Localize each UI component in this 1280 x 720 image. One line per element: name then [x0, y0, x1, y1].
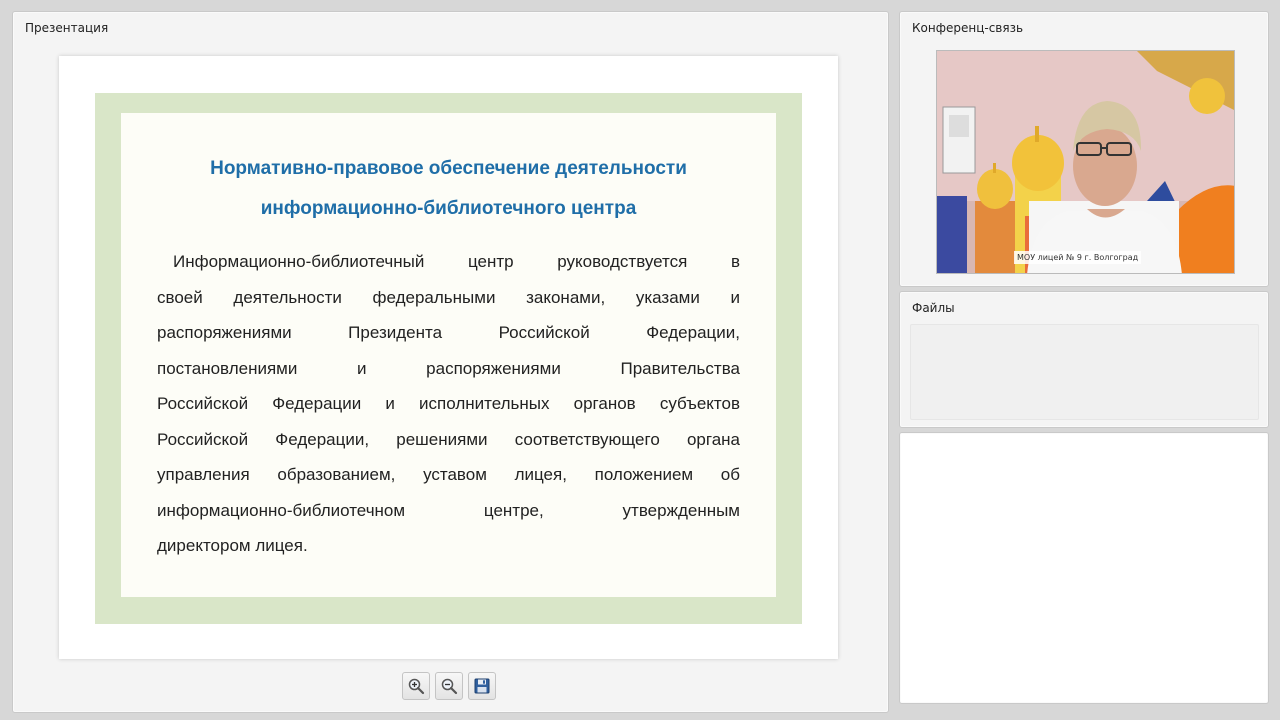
video-frame-image — [937, 51, 1234, 273]
conference-panel-title: Конференц-связь — [912, 21, 1024, 35]
zoom-in-icon — [408, 678, 425, 695]
slide-body-line: Информационно-библиотечный центр руковод… — [173, 252, 740, 271]
slide-body-line: информационно-библиотечном центре, утвер… — [157, 500, 740, 520]
video-feed[interactable]: МОУ лицей № 9 г. Волгоград — [936, 50, 1235, 274]
slide-body: Информационно-библиотечный центр руковод… — [157, 244, 740, 564]
files-panel: Файлы — [899, 291, 1269, 428]
files-list[interactable] — [910, 324, 1259, 420]
save-button[interactable] — [468, 672, 496, 700]
presentation-panel: Презентация Нормативно-правовое обеспече… — [12, 11, 889, 713]
slide-body-line: своей деятельности федеральными законами… — [157, 287, 740, 307]
slide-body-line: Российской Федерации, решениями соответс… — [157, 429, 740, 449]
presentation-panel-title: Презентация — [25, 21, 109, 35]
slide-body-line: распоряжениями Президента Российской Фед… — [157, 323, 740, 342]
slide-title: Нормативно-правовое обеспечение деятельн… — [121, 149, 776, 229]
slide-title-line: Нормативно-правовое обеспечение деятельн… — [210, 158, 687, 179]
files-panel-title: Файлы — [912, 301, 955, 315]
conference-panel: Конференц-связь МОУ лицей № 9 г. Волгогр… — [899, 11, 1269, 287]
video-caption: МОУ лицей № 9 г. Волгоград — [1014, 251, 1142, 264]
slide-viewport[interactable]: Нормативно-правовое обеспечение деятельн… — [59, 56, 838, 659]
zoom-out-button[interactable] — [435, 672, 463, 700]
slide-body-line: управления образованием, уставом лицея, … — [157, 465, 740, 484]
zoom-out-icon — [441, 678, 458, 695]
save-icon — [474, 678, 490, 694]
slide-body-line: постановлениями и распоряжениями Правите… — [157, 358, 740, 378]
slide-title-line: информационно-библиотечного центра — [260, 198, 637, 219]
presentation-toolbar — [402, 672, 498, 700]
chat-panel[interactable] — [899, 432, 1269, 704]
slide-body-line: директором лицея. — [157, 536, 308, 555]
slide-content: Нормативно-правовое обеспечение деятельн… — [121, 113, 776, 597]
zoom-in-button[interactable] — [402, 672, 430, 700]
slide-border: Нормативно-правовое обеспечение деятельн… — [95, 93, 802, 624]
slide-body-line: Российской Федерации и исполнительных ор… — [157, 394, 740, 413]
